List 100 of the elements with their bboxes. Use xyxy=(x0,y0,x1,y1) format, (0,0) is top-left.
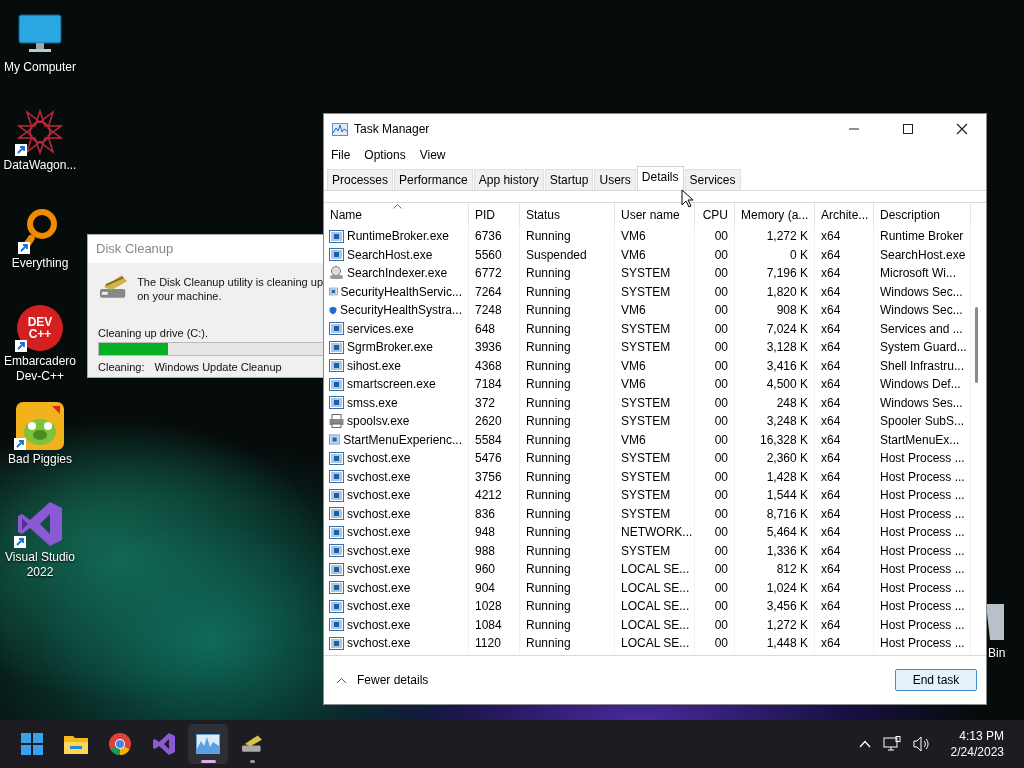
table-cell: LOCAL SE... xyxy=(621,636,690,651)
column-header[interactable]: Archite... xyxy=(815,203,874,227)
process-name: svchost.exe xyxy=(347,543,411,558)
table-cell: x64 xyxy=(821,506,841,521)
table-cell: 5560 xyxy=(475,247,502,262)
table-cell: Running xyxy=(526,340,571,355)
table-cell: SYSTEM xyxy=(621,266,671,281)
table-cell: VM6 xyxy=(621,247,646,262)
table-cell: 812 K xyxy=(776,562,808,577)
tab[interactable]: Details xyxy=(636,166,684,190)
table-cell: VM6 xyxy=(621,377,646,392)
table-cell: 00 xyxy=(714,229,728,244)
process-name: SecurityHealthServic... xyxy=(340,284,462,299)
process-name: RuntimeBroker.exe xyxy=(347,229,450,244)
table-cell: Running xyxy=(526,303,571,318)
desktop-icon-label[interactable]: DataWagon... xyxy=(3,158,77,173)
table-cell: SYSTEM xyxy=(621,451,671,466)
tab[interactable]: App history xyxy=(473,169,544,190)
tab[interactable]: Services xyxy=(684,169,741,190)
table-cell: SYSTEM xyxy=(621,284,671,299)
menu-item[interactable]: Options xyxy=(364,148,406,162)
table-cell: 00 xyxy=(714,303,728,318)
process-name: spoolsv.exe xyxy=(347,414,410,429)
desktop-icon-label[interactable]: Bad Piggies xyxy=(7,452,72,467)
tab[interactable]: Users xyxy=(594,169,636,190)
table-cell: Host Process ... xyxy=(880,506,965,521)
process-name: svchost.exe xyxy=(347,617,411,632)
table-cell: 00 xyxy=(714,284,728,299)
table-cell: SYSTEM xyxy=(621,321,671,336)
table-cell: 1,428 K xyxy=(766,469,808,484)
process-name: SearchHost.exe xyxy=(347,247,433,262)
table-cell: 3936 xyxy=(475,340,502,355)
table-cell: SYSTEM xyxy=(621,395,671,410)
table-cell: NETWORK... xyxy=(621,525,693,540)
desktop-icon-label[interactable]: Bin xyxy=(988,646,1006,661)
menu-item[interactable]: View xyxy=(419,148,446,162)
desktop-icon-label[interactable]: Visual Studio 2022 xyxy=(0,550,80,580)
table-cell: x64 xyxy=(821,414,841,429)
table-cell: Services and ... xyxy=(880,321,963,336)
table-cell: x64 xyxy=(821,266,841,281)
column-header[interactable]: Status xyxy=(520,203,615,227)
clock-time[interactable]: 4:13 PM xyxy=(959,728,1004,744)
table-cell: 5584 xyxy=(475,432,502,447)
table-cell: StartMenuEx... xyxy=(880,432,960,447)
table-cell: 7264 xyxy=(475,284,502,299)
tab[interactable]: Startup xyxy=(544,169,594,190)
desktop-icon-label[interactable]: My Computer xyxy=(4,60,76,75)
column-header[interactable]: Description xyxy=(874,203,971,227)
process-name: smss.exe xyxy=(347,395,398,410)
process-name: svchost.exe xyxy=(347,451,411,466)
table-cell: 6772 xyxy=(475,266,502,281)
table-cell: LOCAL SE... xyxy=(621,599,690,614)
table-cell: 00 xyxy=(714,506,728,521)
clock-date[interactable]: 2/24/2023 xyxy=(950,744,1004,760)
table-cell: Running xyxy=(526,266,571,281)
table-cell: x64 xyxy=(821,377,841,392)
window-title: Disk Cleanup xyxy=(88,235,323,263)
table-cell: x64 xyxy=(821,247,841,262)
table-cell: 4212 xyxy=(475,488,502,503)
table-cell: Host Process ... xyxy=(880,543,965,558)
tab[interactable]: Performance xyxy=(394,169,473,190)
desktop-icon-label[interactable]: Everything xyxy=(11,256,69,271)
table-cell: 00 xyxy=(714,469,728,484)
table-cell: 2,360 K xyxy=(766,451,808,466)
table-cell: 0 K xyxy=(790,247,808,262)
table-cell: Running xyxy=(526,377,571,392)
fewer-details-button[interactable]: Fewer details xyxy=(334,671,431,689)
cleaning-item: Windows Update Cleanup xyxy=(154,361,282,373)
table-cell: SearchHost.exe xyxy=(880,247,966,262)
column-header[interactable]: Memory (a... xyxy=(735,203,815,227)
table-cell: Host Process ... xyxy=(880,451,965,466)
end-task-button[interactable]: End task xyxy=(895,669,977,691)
menu-item[interactable]: File xyxy=(331,148,351,162)
table-cell: Windows Sec... xyxy=(880,284,963,299)
drive-status: Cleaning up drive (C:). xyxy=(98,327,210,339)
table-cell: Running xyxy=(526,451,571,466)
table-cell: Host Process ... xyxy=(880,636,965,651)
table-cell: x64 xyxy=(821,469,841,484)
column-header[interactable]: Name xyxy=(324,203,469,227)
table-cell: 5,464 K xyxy=(766,525,808,540)
table-cell: 908 K xyxy=(776,303,808,318)
desktop-icon-label[interactable]: Embarcadero Dev-C++ xyxy=(0,354,80,384)
table-cell: 1,544 K xyxy=(766,488,808,503)
table-cell: x64 xyxy=(821,395,841,410)
table-cell: 3756 xyxy=(475,469,502,484)
table-cell: Host Process ... xyxy=(880,562,965,577)
table-cell: 4368 xyxy=(475,358,502,373)
table-cell: 1,336 K xyxy=(766,543,808,558)
table-cell: SYSTEM xyxy=(621,414,671,429)
table-cell: SYSTEM xyxy=(621,469,671,484)
column-header[interactable]: PID xyxy=(469,203,520,227)
table-cell: Running xyxy=(526,229,571,244)
process-name: svchost.exe xyxy=(347,562,411,577)
table-cell: Host Process ... xyxy=(880,469,965,484)
table-cell: 1,024 K xyxy=(766,580,808,595)
table-cell: x64 xyxy=(821,562,841,577)
table-cell: Running xyxy=(526,543,571,558)
table-cell: System Guard... xyxy=(880,340,967,355)
column-header[interactable]: CPU xyxy=(695,203,735,227)
tab[interactable]: Processes xyxy=(327,169,394,190)
